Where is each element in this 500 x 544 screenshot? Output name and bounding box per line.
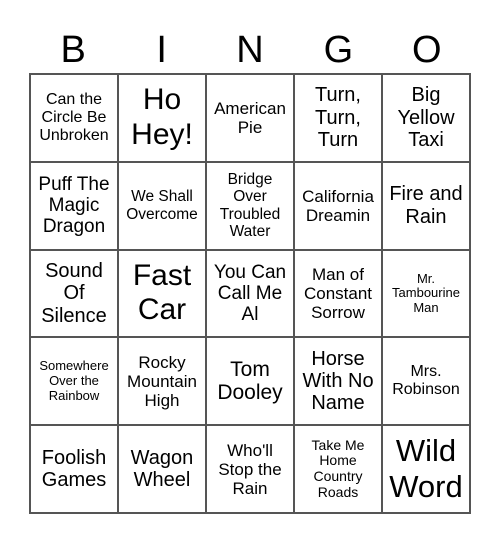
- bingo-cell[interactable]: Foolish Games: [30, 425, 118, 513]
- bingo-cell[interactable]: We Shall Overcome: [118, 161, 206, 250]
- bingo-cell[interactable]: Ho Hey!: [118, 74, 206, 162]
- header-letter-i: I: [156, 29, 167, 71]
- bingo-cell[interactable]: Wild Word: [382, 425, 470, 513]
- bingo-cell[interactable]: Sound Of Silence: [30, 249, 118, 338]
- bingo-cell[interactable]: Puff The Magic Dragon: [30, 161, 118, 250]
- bingo-cell[interactable]: Can the Circle Be Unbroken: [30, 74, 118, 162]
- bingo-cell[interactable]: Horse With No Name: [294, 337, 382, 426]
- header-letter-b: B: [60, 29, 86, 71]
- bingo-cell[interactable]: Who'll Stop the Rain: [206, 425, 294, 513]
- bingo-cell[interactable]: Tom Dooley: [206, 337, 294, 426]
- bingo-cell[interactable]: Wagon Wheel: [118, 425, 206, 513]
- bingo-cell[interactable]: California Dreamin: [294, 161, 382, 250]
- header-letter-o: O: [412, 29, 442, 71]
- bingo-cell[interactable]: Man of Constant Sorrow: [294, 249, 382, 338]
- bingo-cell[interactable]: Fast Car: [118, 249, 206, 338]
- bingo-cell[interactable]: You Can Call Me Al: [206, 249, 294, 338]
- bingo-header: B I N G O: [29, 28, 471, 72]
- bingo-cell[interactable]: Turn, Turn, Turn: [294, 74, 382, 162]
- bingo-cell[interactable]: American Pie: [206, 74, 294, 162]
- bingo-cell[interactable]: Big Yellow Taxi: [382, 74, 470, 162]
- bingo-cell[interactable]: Rocky Mountain High: [118, 337, 206, 426]
- bingo-grid: Can the Circle Be Unbroken Ho Hey! Ameri…: [29, 73, 471, 514]
- bingo-cell[interactable]: Take Me Home Country Roads: [294, 425, 382, 513]
- bingo-cell[interactable]: Mr. Tambourine Man: [382, 249, 470, 338]
- header-letter-g: G: [323, 29, 354, 71]
- bingo-cell[interactable]: Mrs. Robinson: [382, 337, 470, 426]
- bingo-cell[interactable]: Bridge Over Troubled Water: [206, 161, 294, 250]
- header-letter-n: N: [236, 29, 264, 71]
- bingo-cell[interactable]: Fire and Rain: [382, 161, 470, 250]
- bingo-cell[interactable]: Somewhere Over the Rainbow: [30, 337, 118, 426]
